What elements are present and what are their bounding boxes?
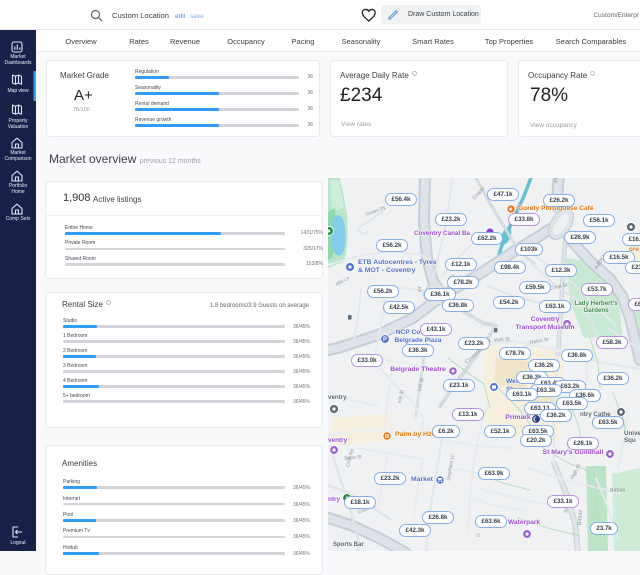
svg-text:P: P bbox=[383, 337, 387, 343]
